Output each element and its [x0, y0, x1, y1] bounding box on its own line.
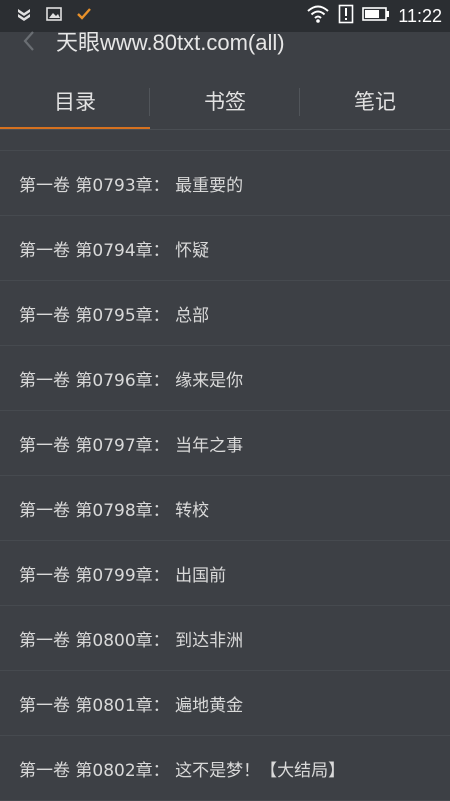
tab-notes[interactable]: 笔记	[300, 72, 450, 130]
chapter-item[interactable]: 第一卷 第0800章： 到达非洲	[0, 606, 450, 671]
chapter-item[interactable]: 第一卷 第0796章： 缘来是你	[0, 346, 450, 411]
book-title: 天眼www.80txt.com(all)	[56, 30, 285, 55]
chapter-item[interactable]: 第一卷 第0795章： 总部	[0, 281, 450, 346]
tabs-divider-line	[0, 129, 450, 130]
tab-bookmarks[interactable]: 书签	[150, 72, 300, 130]
chapter-item[interactable]: 第一卷 第0793章： 最重要的	[0, 151, 450, 216]
back-arrow-icon[interactable]	[12, 24, 46, 58]
chapter-item[interactable]: 第一卷 第0799章： 出国前	[0, 541, 450, 606]
tab-contents[interactable]: 目录	[0, 72, 150, 130]
chapter-list: 第一卷 第0793章： 最重要的 第一卷 第0794章： 怀疑 第一卷 第079…	[0, 150, 450, 801]
chapter-item[interactable]: 第一卷 第0801章： 遍地黄金	[0, 671, 450, 736]
chapter-item[interactable]: 第一卷 第0797章： 当年之事	[0, 411, 450, 476]
tab-label: 笔记	[354, 90, 396, 114]
chapter-item[interactable]: 第一卷 第0802章： 这不是梦！【大结局】	[0, 736, 450, 801]
chapter-item[interactable]: 第一卷 第0794章： 怀疑	[0, 216, 450, 281]
chapter-item[interactable]: 第一卷 第0798章： 转校	[0, 476, 450, 541]
tab-bar: 目录 书签 笔记	[0, 72, 450, 130]
tab-label: 目录	[54, 90, 96, 114]
tab-label: 书签	[204, 90, 246, 114]
title-row: 天眼www.80txt.com(all)	[0, 22, 450, 60]
